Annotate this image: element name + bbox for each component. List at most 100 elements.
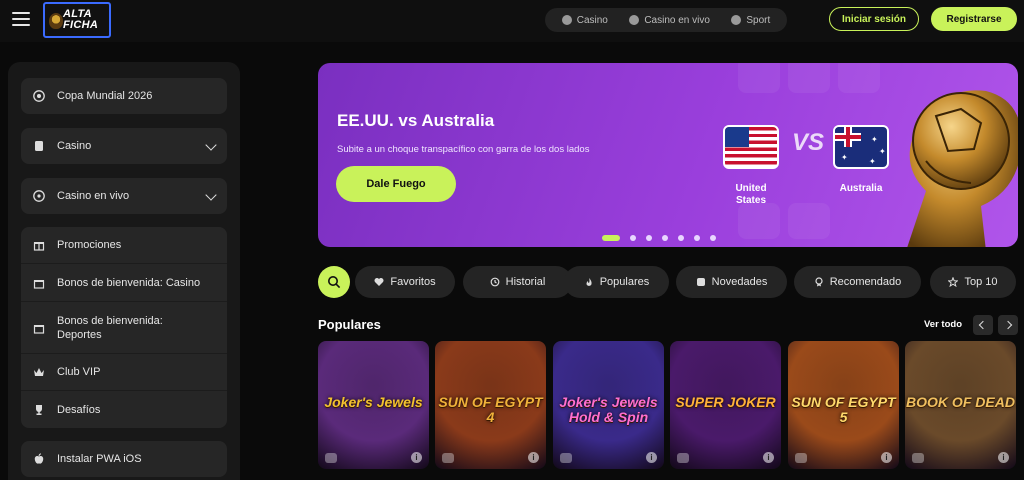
- filter-bar: Favoritos Historial Populares Novedades …: [318, 266, 1024, 298]
- sidebar-item-casino[interactable]: Casino: [21, 128, 227, 164]
- provider-logo-icon: [795, 453, 807, 463]
- apple-icon: [33, 453, 45, 465]
- filter-history[interactable]: Historial: [463, 266, 572, 298]
- info-icon[interactable]: i: [998, 452, 1009, 463]
- game-title: SUPER JOKER: [675, 394, 776, 410]
- see-all-link[interactable]: Ver todo: [924, 319, 962, 330]
- trophy-icon: [36, 404, 42, 415]
- casino-chip-icon: [561, 15, 572, 25]
- sidebar-item-label: Instalar PWA iOS: [57, 453, 142, 465]
- filter-top-10[interactable]: Top 10: [930, 266, 1016, 298]
- versus-label: VS: [792, 129, 825, 156]
- banner-subtitle: Subite a un choque transpacífico con gar…: [337, 144, 590, 155]
- game-card[interactable]: SUPER JOKER i: [670, 341, 781, 469]
- logo-mark-icon: [49, 13, 63, 29]
- chevron-left-icon: [978, 320, 988, 330]
- gift-icon: [33, 242, 45, 251]
- sport-ball-icon: [731, 15, 742, 25]
- menu-icon[interactable]: [12, 12, 30, 26]
- filter-recommended[interactable]: Recomendado: [794, 266, 921, 298]
- sidebar-item-sports-bonus[interactable]: Bonos de bienvenida: Deportes: [21, 302, 227, 354]
- heart-icon: [374, 278, 384, 286]
- search-icon: [328, 276, 341, 289]
- provider-logo-icon: [912, 453, 924, 463]
- banner-cta-button[interactable]: Dale Fuego: [336, 166, 456, 202]
- banner-title: EE.UU. vs Australia: [337, 111, 495, 130]
- sidebar: Copa Mundial 2026 Casino Casino en vivo …: [8, 62, 240, 480]
- filter-new[interactable]: Novedades: [676, 266, 787, 298]
- mode-sport[interactable]: Sport: [731, 15, 770, 26]
- sidebar-item-casino-bonus[interactable]: Bonos de bienvenida: Casino: [21, 264, 227, 302]
- carousel-dot[interactable]: [630, 235, 636, 241]
- world-cup-trophy-icon: [907, 90, 1018, 247]
- info-icon[interactable]: i: [881, 452, 892, 463]
- brand-logo[interactable]: ALTA FICHA: [43, 2, 111, 38]
- scroll-right-button[interactable]: [998, 315, 1018, 335]
- sidebar-item-label: Bonos de bienvenida: Casino: [57, 276, 201, 289]
- star-icon: [948, 277, 959, 287]
- history-icon: [490, 277, 500, 287]
- game-title: Joker's Jewels Hold & Spin: [559, 394, 658, 425]
- game-title: SUN OF EGYPT 4: [438, 394, 543, 425]
- info-icon[interactable]: i: [763, 452, 774, 463]
- sidebar-item-challenges[interactable]: Desafíos: [21, 391, 227, 428]
- banner-decor: [738, 203, 780, 239]
- carousel-dot[interactable]: [662, 235, 668, 241]
- chevron-down-icon[interactable]: [205, 189, 217, 201]
- mode-switcher: Casino Casino en vivo Sport: [545, 8, 787, 32]
- sidebar-item-label: Bonos de bienvenida: Deportes: [57, 314, 163, 341]
- sidebar-item-label: Copa Mundial 2026: [57, 90, 153, 102]
- sidebar-item-label: Desafíos: [57, 403, 101, 416]
- info-icon[interactable]: i: [646, 452, 657, 463]
- provider-logo-icon: [677, 453, 689, 463]
- filter-label: Recomendado: [829, 276, 902, 288]
- game-card[interactable]: SUN OF EGYPT 5 i: [788, 341, 899, 469]
- provider-logo-icon: [442, 453, 454, 463]
- filter-label: Favoritos: [390, 276, 436, 288]
- sidebar-item-world-cup[interactable]: Copa Mundial 2026: [21, 78, 227, 114]
- game-card[interactable]: SUN OF EGYPT 4 i: [435, 341, 546, 469]
- register-button[interactable]: Registrarse: [931, 7, 1017, 31]
- game-title: Joker's Jewels: [324, 394, 423, 410]
- mode-label: Casino en vivo: [644, 14, 710, 26]
- scroll-left-button[interactable]: [973, 315, 993, 335]
- flame-icon: [586, 278, 592, 286]
- carousel-dot[interactable]: [694, 235, 700, 241]
- game-card[interactable]: Joker's Jewels i: [318, 341, 429, 469]
- search-button[interactable]: [318, 266, 350, 298]
- carousel-dot[interactable]: [602, 235, 620, 241]
- top-bar: ALTA FICHA Casino Casino en vivo Sport I…: [0, 0, 1024, 42]
- sidebar-item-live-casino[interactable]: Casino en vivo: [21, 178, 227, 214]
- carousel-dot[interactable]: [710, 235, 716, 241]
- login-button[interactable]: Iniciar sesión: [829, 7, 919, 31]
- sidebar-item-label: Casino en vivo: [57, 190, 130, 202]
- game-card[interactable]: BOOK OF DEAD i: [905, 341, 1016, 469]
- info-icon[interactable]: i: [411, 452, 422, 463]
- promo-banner[interactable]: EE.UU. vs Australia Subite a un choque t…: [318, 63, 1018, 247]
- sidebar-item-club-vip[interactable]: Club VIP: [21, 354, 227, 391]
- game-card[interactable]: Joker's Jewels Hold & Spin i: [553, 341, 664, 469]
- team-left-label: United States: [735, 183, 767, 206]
- crown-icon: [34, 368, 44, 376]
- gift-box-icon: [33, 324, 45, 334]
- new-badge-icon: [696, 278, 705, 286]
- info-icon[interactable]: i: [528, 452, 539, 463]
- filter-favorites[interactable]: Favoritos: [355, 266, 455, 298]
- mode-label: Casino: [576, 14, 608, 26]
- filter-popular[interactable]: Populares: [564, 266, 669, 298]
- carousel-dot[interactable]: [678, 235, 684, 241]
- sidebar-item-label: Promociones: [57, 239, 122, 251]
- sidebar-item-promotions[interactable]: Promociones: [21, 227, 227, 264]
- mode-label: Sport: [746, 14, 771, 26]
- medal-icon: [815, 277, 823, 287]
- banner-decor: [738, 63, 780, 93]
- live-casino-icon: [629, 15, 640, 25]
- chevron-down-icon[interactable]: [205, 139, 217, 151]
- sidebar-item-install-pwa[interactable]: Instalar PWA iOS: [21, 441, 227, 477]
- provider-logo-icon: [325, 453, 337, 463]
- banner-decor: [788, 63, 830, 93]
- carousel-dot[interactable]: [646, 235, 652, 241]
- mode-casino[interactable]: Casino: [561, 14, 608, 26]
- mode-live-casino[interactable]: Casino en vivo: [629, 15, 710, 26]
- roulette-icon: [33, 190, 45, 202]
